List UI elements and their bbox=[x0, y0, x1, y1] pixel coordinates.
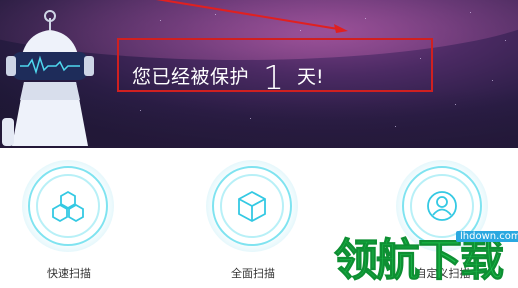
protection-message-suffix: 天! bbox=[297, 66, 324, 88]
star bbox=[140, 110, 141, 111]
site-watermark-url: lhdown.com bbox=[456, 231, 518, 242]
star bbox=[492, 80, 493, 81]
robot-mascot bbox=[2, 10, 94, 146]
quick-scan-button[interactable] bbox=[22, 160, 114, 252]
protection-message-prefix: 您已经被保护 bbox=[132, 66, 250, 88]
full-scan-button[interactable] bbox=[206, 160, 298, 252]
star bbox=[395, 126, 396, 127]
protection-message: 您已经被保护 1 天! bbox=[132, 52, 324, 97]
user-target-icon bbox=[427, 191, 457, 221]
hexagon-cluster-icon bbox=[52, 190, 84, 223]
full-scan-label: 全面扫描 bbox=[231, 267, 275, 280]
star bbox=[250, 118, 251, 119]
star bbox=[455, 104, 456, 105]
protected-days-count: 1 bbox=[263, 58, 285, 97]
cube-icon bbox=[238, 190, 266, 223]
quick-scan-label: 快速扫描 bbox=[47, 267, 91, 280]
